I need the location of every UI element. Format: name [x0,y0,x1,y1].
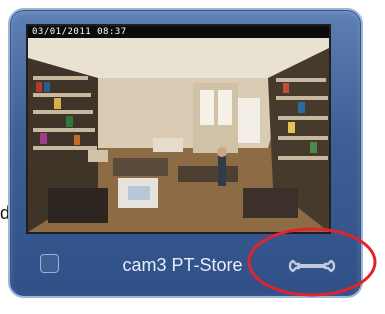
camera-video-feed[interactable]: 03/01/2011 08:37 [26,24,331,234]
select-camera-checkbox[interactable] [40,254,59,273]
wrench-icon [288,259,336,273]
camera-name-label: cam3 PT-Store [122,255,243,275]
page: d 03/01/2011 08:37 cam3 PT-Store [0,0,385,314]
video-timestamp: 03/01/2011 08:37 [28,26,329,38]
store-interior-image [28,38,329,232]
camera-settings-button[interactable] [287,254,337,278]
